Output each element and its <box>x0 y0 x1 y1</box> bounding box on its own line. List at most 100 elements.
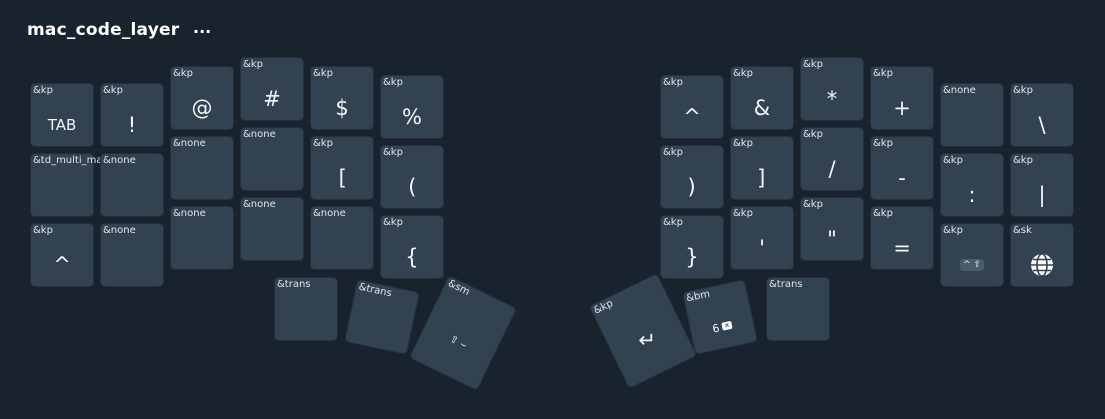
key-percent[interactable]: &kp % <box>380 75 444 139</box>
key-label: * <box>826 87 838 111</box>
key-binding: &td_multi_ma <box>33 155 103 166</box>
key-right-brace[interactable]: &kp } <box>660 215 724 279</box>
key-none[interactable]: &none <box>100 153 164 217</box>
thumb-trans[interactable]: &trans <box>344 279 420 355</box>
thumb-trans[interactable]: &trans <box>274 277 338 341</box>
key-none[interactable]: &none <box>940 83 1004 147</box>
key-exclaim[interactable]: &kp ! <box>100 83 164 147</box>
key-binding: &trans <box>277 279 311 290</box>
key-label: = <box>893 236 911 260</box>
key-binding: &kp <box>873 138 893 149</box>
key-none[interactable]: &none <box>240 127 304 191</box>
key-label: ^ <box>53 253 71 277</box>
key-binding: &kp <box>803 59 823 70</box>
key-binding: &none <box>943 85 976 96</box>
key-label: } <box>685 245 699 269</box>
key-label-wrap: ^ ⇧ <box>941 244 1003 286</box>
key-binding: &kp <box>33 225 53 236</box>
key-label: - <box>898 166 906 190</box>
key-binding: &trans <box>357 281 393 300</box>
key-pipe[interactable]: &kp | <box>1010 153 1074 217</box>
key-binding: &kp <box>663 147 683 158</box>
key-none[interactable]: &none <box>170 136 234 200</box>
key-binding: &kp <box>803 129 823 140</box>
key-binding: &kp <box>383 217 403 228</box>
key-binding: &sm <box>446 278 472 298</box>
key-double-quote[interactable]: &kp " <box>800 197 864 261</box>
key-binding: &kp <box>733 68 753 79</box>
ctrl-caret: ^ <box>962 260 971 270</box>
key-dollar[interactable]: &kp $ <box>310 66 374 130</box>
key-left-brace[interactable]: &kp { <box>380 215 444 279</box>
key-binding: &kp <box>663 77 683 88</box>
key-none[interactable]: &none <box>170 206 234 270</box>
key-right-bracket[interactable]: &kp ] <box>730 136 794 200</box>
key-binding: &none <box>103 155 136 166</box>
key-label: ) <box>685 175 699 199</box>
key-label: : <box>968 183 976 207</box>
key-label: 6 <box>711 321 721 336</box>
key-caret-right[interactable]: &kp ^ <box>660 75 724 139</box>
key-binding: &kp <box>943 225 963 236</box>
key-none[interactable]: &none <box>310 206 374 270</box>
key-label: \ <box>1038 113 1046 137</box>
key-backslash[interactable]: &kp \ <box>1010 83 1074 147</box>
key-label: ( <box>405 175 419 199</box>
key-binding: &kp <box>383 147 403 158</box>
key-ampersand[interactable]: &kp & <box>730 66 794 130</box>
key-binding: &kp <box>733 208 753 219</box>
thumb-return[interactable]: &kp ↵ <box>588 272 698 390</box>
key-apostrophe[interactable]: &kp ' <box>730 206 794 270</box>
key-equals[interactable]: &kp = <box>870 206 934 270</box>
return-icon: ↵ <box>638 327 657 352</box>
key-td-multi[interactable]: &td_multi_ma <box>30 153 103 217</box>
key-label: [ <box>335 166 349 190</box>
key-label: " <box>827 227 837 251</box>
layer-title: mac_code_layer <box>27 20 180 40</box>
key-caret[interactable]: &kp ^ <box>30 223 94 287</box>
key-binding: &none <box>103 225 136 236</box>
key-binding: &kp <box>313 68 333 79</box>
key-binding: &kp <box>873 68 893 79</box>
key-label: | <box>1038 183 1046 207</box>
key-binding: &kp <box>592 298 615 317</box>
key-globe[interactable]: &sk <box>1010 223 1074 287</box>
key-none[interactable]: &none <box>100 223 164 287</box>
key-label-wrap <box>1011 244 1073 286</box>
key-ctrl-shift[interactable]: &kp ^ ⇧ <box>940 223 1004 287</box>
key-binding: &kp <box>33 85 53 96</box>
key-label: @ <box>191 96 213 120</box>
key-binding: &kp <box>313 138 333 149</box>
key-binding: &kp <box>873 208 893 219</box>
key-binding: &kp <box>1013 155 1033 166</box>
key-label: + <box>893 96 911 120</box>
thumb-trans[interactable]: &trans <box>766 277 830 341</box>
thumb-sm[interactable]: &sm ⇧ ⌣ <box>408 274 518 392</box>
key-binding: &kp <box>383 77 403 88</box>
key-binding: &kp <box>173 68 193 79</box>
key-minus[interactable]: &kp - <box>870 136 934 200</box>
backspace-icon: ✕ <box>721 320 733 331</box>
thumb-bm[interactable]: &bm 6 ✕ <box>682 279 758 355</box>
key-binding: &bm <box>685 288 712 305</box>
key-slash[interactable]: &kp / <box>800 127 864 191</box>
key-tab[interactable]: &kp TAB <box>30 83 94 147</box>
key-left-bracket[interactable]: &kp [ <box>310 136 374 200</box>
key-binding: &none <box>243 199 276 210</box>
key-binding: &kp <box>733 138 753 149</box>
key-asterisk[interactable]: &kp * <box>800 57 864 121</box>
key-hash[interactable]: &kp # <box>240 57 304 121</box>
key-left-paren[interactable]: &kp ( <box>380 145 444 209</box>
key-label: / <box>828 157 836 181</box>
key-none[interactable]: &none <box>240 197 304 261</box>
shift-icon: ⇧ <box>973 260 982 270</box>
key-label: TAB <box>47 116 77 134</box>
key-at[interactable]: &kp @ <box>170 66 234 130</box>
key-colon[interactable]: &kp : <box>940 153 1004 217</box>
key-binding: &kp <box>803 199 823 210</box>
layer-menu-button[interactable]: ··· <box>193 22 211 41</box>
key-plus[interactable]: &kp + <box>870 66 934 130</box>
modifier-chip: ^ ⇧ <box>959 259 985 271</box>
key-binding: &kp <box>243 59 263 70</box>
key-right-paren[interactable]: &kp ) <box>660 145 724 209</box>
